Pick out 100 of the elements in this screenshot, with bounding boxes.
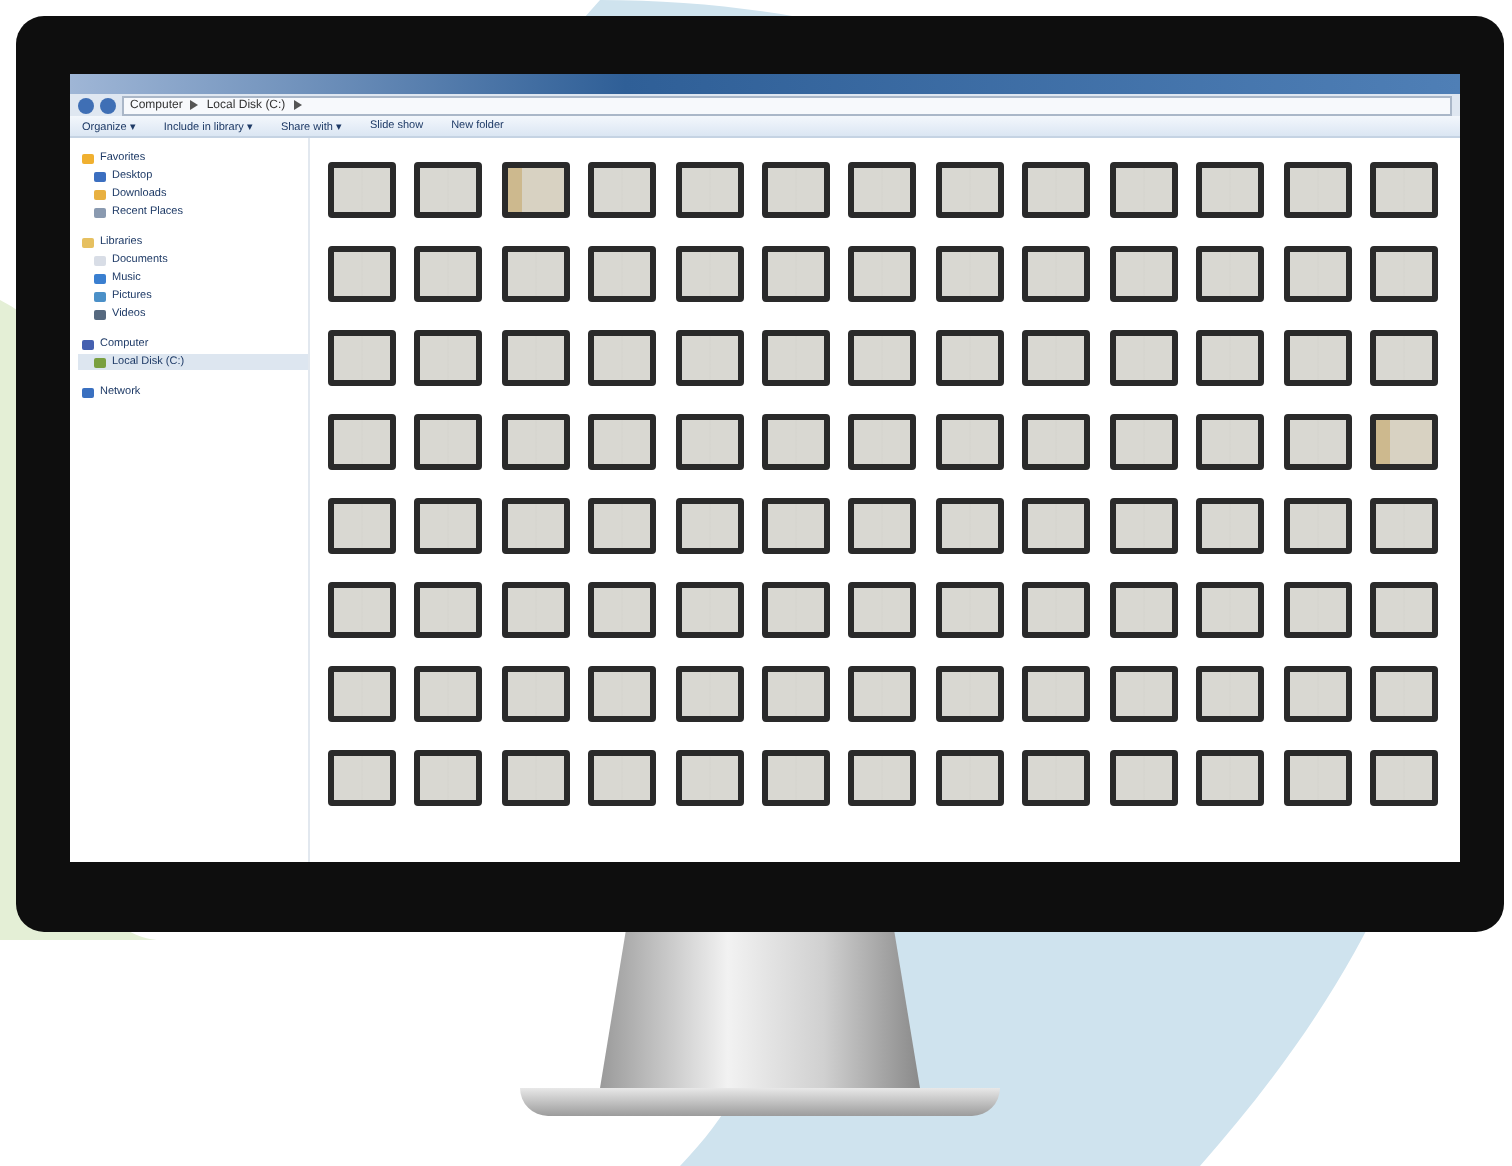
page-thumbnail[interactable] bbox=[588, 582, 657, 638]
page-thumbnail[interactable] bbox=[675, 666, 744, 722]
page-thumbnail[interactable] bbox=[414, 750, 483, 806]
page-thumbnail[interactable] bbox=[935, 162, 1004, 218]
page-thumbnail[interactable] bbox=[1196, 162, 1265, 218]
page-thumbnail[interactable] bbox=[1283, 582, 1352, 638]
page-thumbnail[interactable] bbox=[1283, 498, 1352, 554]
page-thumbnail[interactable] bbox=[1109, 498, 1178, 554]
page-thumbnail[interactable] bbox=[414, 414, 483, 470]
forward-button[interactable] bbox=[100, 97, 116, 113]
page-thumbnail[interactable] bbox=[501, 414, 570, 470]
page-thumbnail[interactable] bbox=[1196, 414, 1265, 470]
page-thumbnail[interactable] bbox=[1109, 330, 1178, 386]
back-button[interactable] bbox=[78, 97, 94, 113]
page-thumbnail[interactable] bbox=[935, 498, 1004, 554]
page-thumbnail[interactable] bbox=[935, 582, 1004, 638]
page-thumbnail[interactable] bbox=[327, 246, 396, 302]
page-thumbnail[interactable] bbox=[848, 246, 917, 302]
page-thumbnail[interactable] bbox=[1022, 582, 1091, 638]
page-thumbnail[interactable] bbox=[1370, 246, 1439, 302]
page-thumbnail[interactable] bbox=[327, 666, 396, 722]
page-thumbnail[interactable] bbox=[848, 498, 917, 554]
page-thumbnail[interactable] bbox=[588, 162, 657, 218]
page-thumbnail[interactable] bbox=[1022, 498, 1091, 554]
page-thumbnail[interactable] bbox=[675, 414, 744, 470]
page-thumbnail[interactable] bbox=[1370, 162, 1439, 218]
page-thumbnail[interactable] bbox=[414, 498, 483, 554]
page-thumbnail[interactable] bbox=[935, 414, 1004, 470]
page-thumbnail[interactable] bbox=[588, 246, 657, 302]
page-thumbnail[interactable] bbox=[1283, 330, 1352, 386]
page-thumbnail[interactable] bbox=[762, 414, 831, 470]
page-thumbnail[interactable] bbox=[327, 498, 396, 554]
page-thumbnail[interactable] bbox=[762, 246, 831, 302]
page-thumbnail[interactable] bbox=[1196, 246, 1265, 302]
page-thumbnail[interactable] bbox=[414, 582, 483, 638]
page-thumbnail[interactable] bbox=[1196, 666, 1265, 722]
page-thumbnail[interactable] bbox=[1370, 498, 1439, 554]
page-thumbnail[interactable] bbox=[501, 162, 570, 218]
page-thumbnail[interactable] bbox=[327, 414, 396, 470]
page-thumbnail[interactable] bbox=[935, 330, 1004, 386]
page-thumbnail[interactable] bbox=[414, 666, 483, 722]
page-thumbnail[interactable] bbox=[1283, 414, 1352, 470]
page-thumbnail[interactable] bbox=[762, 498, 831, 554]
page-thumbnail[interactable] bbox=[327, 582, 396, 638]
page-thumbnail[interactable] bbox=[935, 750, 1004, 806]
page-thumbnail[interactable] bbox=[588, 498, 657, 554]
page-thumbnail[interactable] bbox=[675, 246, 744, 302]
page-thumbnail[interactable] bbox=[1196, 330, 1265, 386]
page-thumbnail[interactable] bbox=[848, 666, 917, 722]
page-thumbnail[interactable] bbox=[1109, 750, 1178, 806]
page-thumbnail[interactable] bbox=[935, 246, 1004, 302]
page-thumbnail[interactable] bbox=[1283, 246, 1352, 302]
page-thumbnail[interactable] bbox=[675, 582, 744, 638]
page-thumbnail[interactable] bbox=[848, 750, 917, 806]
page-thumbnail[interactable] bbox=[327, 330, 396, 386]
page-thumbnail[interactable] bbox=[1109, 582, 1178, 638]
page-thumbnail[interactable] bbox=[1022, 414, 1091, 470]
page-thumbnail[interactable] bbox=[1196, 498, 1265, 554]
page-thumbnail[interactable] bbox=[1370, 582, 1439, 638]
page-thumbnail[interactable] bbox=[1022, 330, 1091, 386]
page-thumbnail[interactable] bbox=[935, 666, 1004, 722]
page-thumbnail[interactable] bbox=[414, 162, 483, 218]
page-thumbnail[interactable] bbox=[501, 582, 570, 638]
page-thumbnail[interactable] bbox=[501, 666, 570, 722]
page-thumbnail[interactable] bbox=[848, 582, 917, 638]
page-thumbnail[interactable] bbox=[675, 750, 744, 806]
page-thumbnail[interactable] bbox=[1109, 666, 1178, 722]
page-thumbnail[interactable] bbox=[762, 666, 831, 722]
page-thumbnail[interactable] bbox=[1370, 330, 1439, 386]
page-thumbnail[interactable] bbox=[588, 750, 657, 806]
page-thumbnail[interactable] bbox=[501, 498, 570, 554]
page-thumbnail[interactable] bbox=[675, 330, 744, 386]
page-thumbnail[interactable] bbox=[762, 582, 831, 638]
page-thumbnail[interactable] bbox=[762, 162, 831, 218]
page-thumbnail[interactable] bbox=[1283, 750, 1352, 806]
page-thumbnail[interactable] bbox=[1022, 162, 1091, 218]
page-thumbnail[interactable] bbox=[848, 414, 917, 470]
page-thumbnail[interactable] bbox=[501, 330, 570, 386]
page-thumbnail[interactable] bbox=[848, 330, 917, 386]
page-thumbnail[interactable] bbox=[1022, 750, 1091, 806]
page-thumbnail[interactable] bbox=[762, 750, 831, 806]
page-thumbnail[interactable] bbox=[1370, 414, 1439, 470]
page-thumbnail[interactable] bbox=[414, 330, 483, 386]
page-thumbnail[interactable] bbox=[1283, 666, 1352, 722]
page-thumbnail[interactable] bbox=[1370, 750, 1439, 806]
page-thumbnail[interactable] bbox=[1022, 666, 1091, 722]
page-thumbnail[interactable] bbox=[501, 246, 570, 302]
page-thumbnail[interactable] bbox=[848, 162, 917, 218]
page-thumbnail[interactable] bbox=[414, 246, 483, 302]
page-thumbnail[interactable] bbox=[1109, 414, 1178, 470]
page-thumbnail[interactable] bbox=[588, 330, 657, 386]
page-thumbnail[interactable] bbox=[1109, 246, 1178, 302]
page-thumbnail[interactable] bbox=[675, 498, 744, 554]
page-thumbnail[interactable] bbox=[327, 750, 396, 806]
page-thumbnail[interactable] bbox=[1196, 750, 1265, 806]
page-thumbnail[interactable] bbox=[588, 414, 657, 470]
page-thumbnail[interactable] bbox=[1022, 246, 1091, 302]
page-thumbnail[interactable] bbox=[501, 750, 570, 806]
page-thumbnail[interactable] bbox=[762, 330, 831, 386]
page-thumbnail[interactable] bbox=[1283, 162, 1352, 218]
